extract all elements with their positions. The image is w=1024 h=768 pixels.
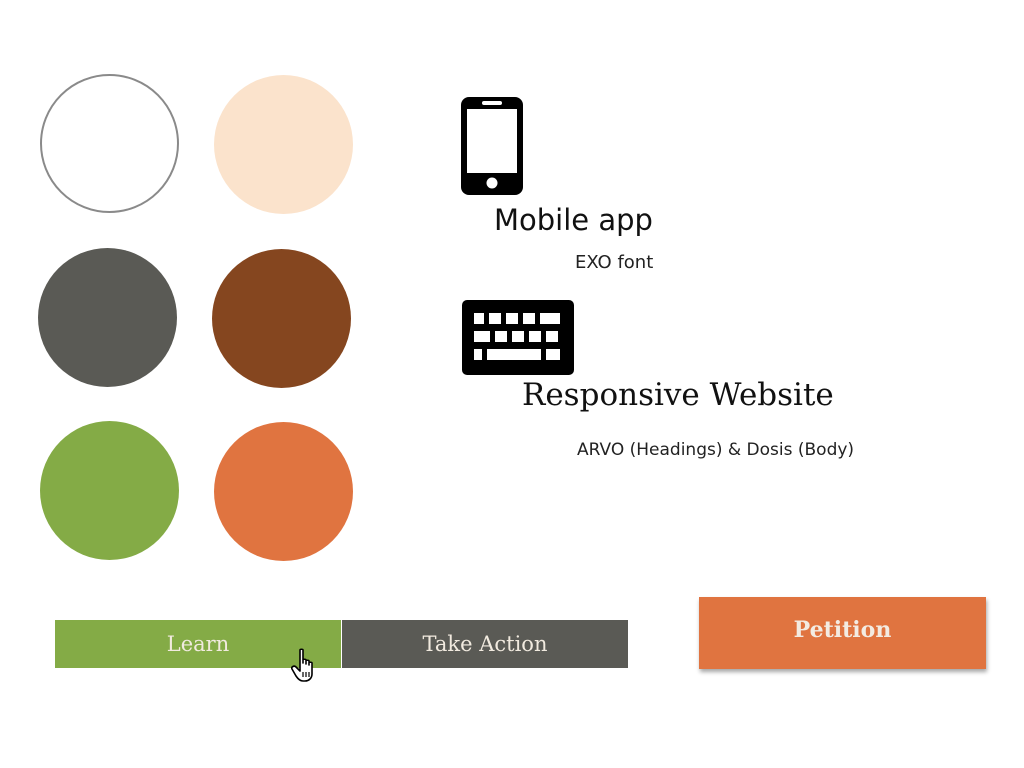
keyboard-icon (462, 300, 574, 375)
petition-button[interactable]: Petition (699, 597, 986, 669)
swatch-brown (212, 249, 351, 388)
responsive-website-title: Responsive Website (522, 377, 834, 413)
swatch-orange (214, 422, 353, 561)
swatch-cream (214, 75, 353, 214)
website-font-note: ARVO (Headings) & Dosis (Body) (577, 440, 855, 460)
smartphone-icon (461, 97, 523, 195)
mobile-font-note: EXO font (575, 252, 654, 273)
learn-button-label: Learn (166, 632, 230, 656)
take-action-button[interactable]: Take Action (342, 620, 628, 668)
take-action-button-label: Take Action (422, 632, 548, 656)
petition-button-label: Petition (793, 617, 892, 643)
hand-pointer-icon (291, 648, 313, 682)
swatch-green (40, 421, 179, 560)
swatch-white (40, 74, 179, 213)
swatch-gray (38, 248, 177, 387)
mobile-app-title: Mobile app (494, 203, 653, 237)
